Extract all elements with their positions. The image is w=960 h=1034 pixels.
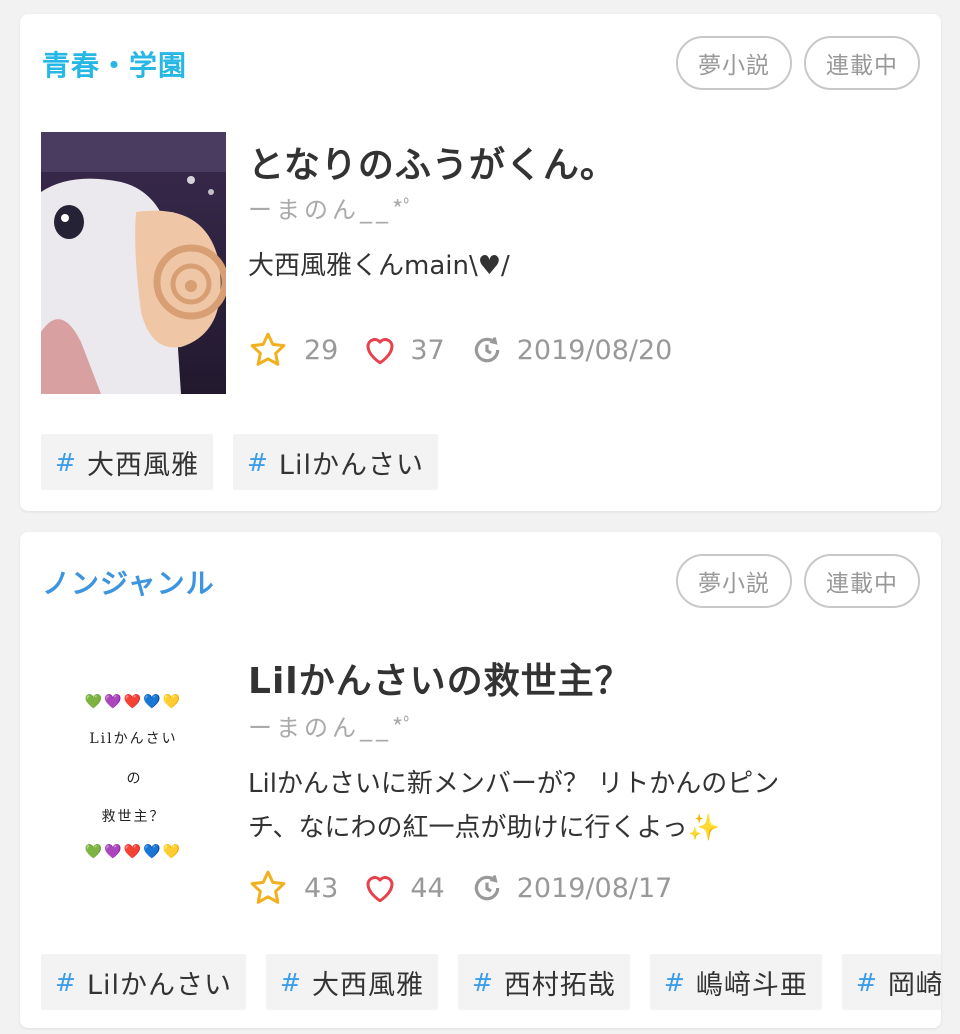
updated-stat: 2019/08/20 bbox=[471, 334, 673, 366]
status-badge: 連載中 bbox=[804, 554, 920, 608]
story-description: 大西風雅くんmain\♥/ bbox=[248, 251, 510, 281]
tag-chip[interactable]: # 大西風雅 bbox=[41, 434, 213, 490]
hash-icon: # bbox=[280, 967, 302, 997]
tag-label: 西村拓哉 bbox=[503, 969, 616, 1001]
stars-stat: 29 bbox=[248, 330, 338, 370]
tag-chip[interactable]: # 西村拓哉 bbox=[457, 954, 630, 1010]
genre-label[interactable]: ノンジャンル bbox=[42, 562, 215, 602]
story-card[interactable]: 青春・学園 夢小説 連載中 となりのふうがくん。 ーまのん__*ﾟ 大西風雅くん… bbox=[20, 14, 941, 511]
story-description: Lilかんさいに新メンバーが？ リトかんのピン チ、なにわの紅一点が助けに行くよ… bbox=[248, 762, 888, 850]
hash-icon: # bbox=[55, 967, 77, 997]
tag-chip[interactable]: # Lilかんさい bbox=[41, 954, 246, 1010]
tag-label: Lilかんさい bbox=[278, 449, 424, 481]
author-name[interactable]: ーまのん__*ﾟ bbox=[248, 708, 419, 743]
updated-date: 2019/08/17 bbox=[516, 872, 673, 904]
stars-count: 43 bbox=[304, 872, 339, 904]
story-stats: 43 44 2019/08/17 bbox=[248, 868, 672, 908]
type-badge: 夢小説 bbox=[676, 36, 792, 90]
description-line: Lilかんさいに新メンバーが？ リトかんのピン bbox=[248, 769, 780, 799]
update-icon bbox=[474, 337, 499, 363]
star-icon bbox=[250, 332, 286, 366]
cover-hearts-top: 💚💜❤️💙💛 bbox=[84, 694, 183, 710]
hash-icon: # bbox=[663, 967, 686, 997]
cover-line1: Lilかんさい bbox=[89, 731, 178, 747]
update-icon bbox=[474, 875, 499, 901]
story-title[interactable]: Lilかんさいの救世主？ bbox=[248, 652, 632, 704]
cover-image[interactable] bbox=[41, 132, 226, 394]
updated-stat: 2019/08/17 bbox=[471, 872, 673, 904]
stars-stat: 43 bbox=[248, 868, 338, 908]
tag-label: Lilかんさい bbox=[86, 969, 232, 1001]
hash-icon: # bbox=[246, 447, 269, 477]
heart-icon bbox=[366, 338, 394, 365]
likes-stat: 44 bbox=[362, 870, 445, 906]
hash-icon: # bbox=[55, 447, 77, 477]
likes-count: 44 bbox=[410, 872, 445, 904]
stars-count: 29 bbox=[304, 334, 339, 366]
tag-label: 嶋﨑斗亜 bbox=[695, 969, 808, 1001]
type-badge: 夢小説 bbox=[676, 554, 792, 608]
cover-line2: の bbox=[126, 771, 141, 787]
heart-icon bbox=[366, 876, 394, 903]
badge-group: 夢小説 連載中 bbox=[676, 36, 920, 90]
tag-chip[interactable]: # 大西風雅 bbox=[266, 954, 438, 1010]
star-icon bbox=[250, 870, 286, 904]
tag-chip[interactable]: # 岡崎彪 bbox=[841, 954, 941, 1010]
updated-date: 2019/08/20 bbox=[516, 334, 673, 366]
likes-count: 37 bbox=[410, 334, 445, 366]
tag-label: 大西風雅 bbox=[311, 969, 424, 1001]
sparkles-icon: ✨ bbox=[687, 813, 721, 843]
hash-icon: # bbox=[855, 967, 878, 997]
likes-stat: 37 bbox=[362, 332, 445, 368]
author-name[interactable]: ーまのん__*ﾟ bbox=[248, 190, 419, 225]
tag-chip[interactable]: # Lilかんさい bbox=[232, 434, 438, 490]
badge-group: 夢小説 連載中 bbox=[676, 554, 920, 608]
cover-hearts-bottom: 💚💜❤️💙💛 bbox=[84, 844, 183, 860]
story-card[interactable]: ノンジャンル 夢小説 連載中 💚💜❤️💙💛 Lilかんさい の 救世主？ 💚💜❤… bbox=[20, 532, 941, 1028]
cover-image[interactable]: 💚💜❤️💙💛 Lilかんさい の 救世主？ 💚💜❤️💙💛 bbox=[41, 650, 226, 912]
cover-line3: 救世主？ bbox=[101, 809, 166, 825]
story-title[interactable]: となりのふうがくん。 bbox=[248, 136, 617, 188]
story-stats: 29 37 2019/08/20 bbox=[248, 330, 672, 370]
tag-label: 岡崎彪 bbox=[887, 969, 941, 1001]
status-badge: 連載中 bbox=[804, 36, 920, 90]
tag-list: # 大西風雅 # Lilかんさい bbox=[41, 434, 438, 490]
tag-chip[interactable]: # 嶋﨑斗亜 bbox=[649, 954, 822, 1010]
hash-icon: # bbox=[471, 967, 494, 997]
tag-label: 大西風雅 bbox=[86, 449, 199, 481]
genre-label[interactable]: 青春・学園 bbox=[42, 44, 187, 84]
tag-list: # Lilかんさい # 大西風雅 # 西村拓哉 # 嶋﨑斗亜 # 岡崎彪 bbox=[41, 954, 941, 1010]
description-line: チ、なにわの紅一点が助けに行くよっ✨ bbox=[248, 813, 721, 843]
